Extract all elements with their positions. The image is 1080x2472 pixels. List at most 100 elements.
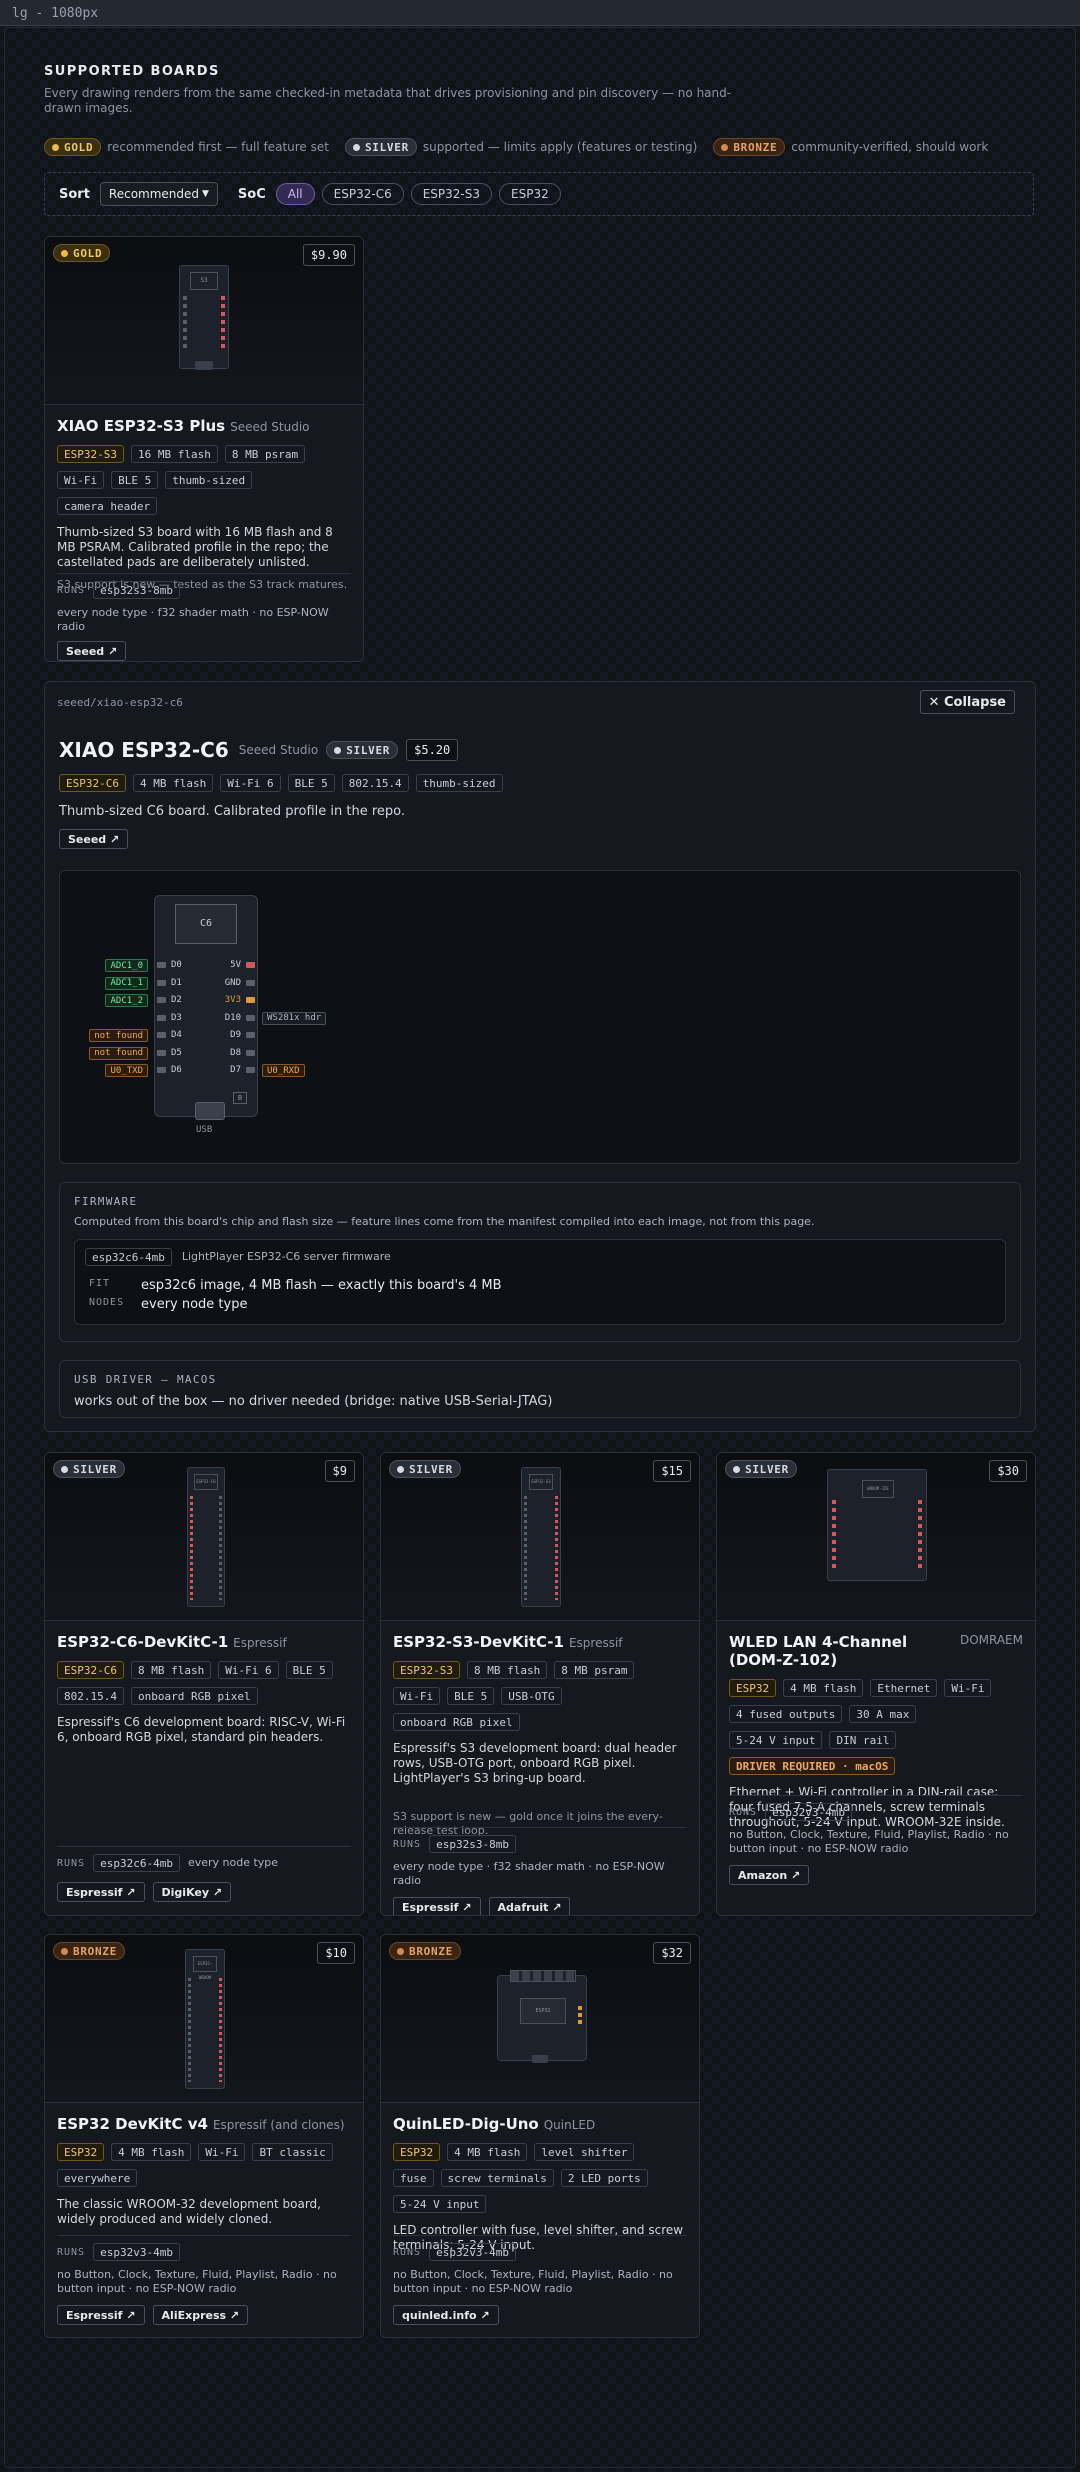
- vendor-link[interactable]: DigiKey ↗: [152, 1882, 232, 1902]
- tag: Wi-Fi: [944, 1679, 992, 1697]
- filter-toolbar: Sort Recommended ▼ SoC All ESP32-C6 ESP32…: [44, 172, 1034, 216]
- board-card-esp32-devkitc-v4[interactable]: BRONZE $10 ESP32-WROOM ESP32 DevKitC v4 E…: [44, 1934, 364, 2338]
- runs-label: RUNS: [393, 2246, 422, 2258]
- filter-esp32[interactable]: ESP32: [499, 183, 561, 205]
- card-footer: RUNS esp32v3-4mb no Button, Clock, Texture…: [729, 1803, 1023, 1885]
- tag: ESP32-S3: [393, 1661, 460, 1679]
- link-row: Seeed ↗: [57, 641, 351, 661]
- tag: screw terminals: [440, 2169, 554, 2187]
- pin-name: D9: [230, 1030, 241, 1040]
- board-description: Espressif's C6 development board: RISC-V…: [57, 1715, 346, 1744]
- gold-badge: GOLD: [44, 138, 102, 156]
- board-card-quinled-dig-uno[interactable]: BRONZE $32 ESP32 QuinLED-Dig-Uno QuinLED …: [380, 1934, 700, 2338]
- board-card-wled-lan-4-channel[interactable]: SILVER $30 WROOM-32E WLED LAN 4-Channel …: [716, 1452, 1036, 1916]
- pin-name: D3: [171, 1012, 182, 1023]
- pin-name: 3V3: [224, 995, 241, 1005]
- tier-name: BRONZE: [733, 140, 778, 154]
- runs-note: every node type · f32 shader math · no E…: [393, 1860, 665, 1887]
- pin-header: [221, 296, 225, 352]
- board-title: ESP32-C6-DevKitC-1 Espressif: [57, 1633, 351, 1651]
- gold-badge: GOLD: [53, 244, 111, 262]
- firmware-image-tag: esp32c6-4mb: [85, 1248, 172, 1266]
- pin-name: D0: [171, 960, 182, 970]
- fit-label: FIT: [89, 1278, 111, 1289]
- link-row: Espressif ↗ AliExpress ↗: [57, 2305, 351, 2325]
- pin-function-label: not found: [89, 1046, 148, 1060]
- tag: fuse: [393, 2169, 434, 2187]
- tier-name: GOLD: [73, 246, 103, 260]
- usb-port: [195, 361, 213, 370]
- pin-pad: [246, 962, 255, 968]
- pin-header: [578, 2006, 582, 2026]
- pin-name: D8: [230, 1047, 241, 1058]
- tier-name: SILVER: [346, 743, 391, 757]
- vendor-link[interactable]: quinled.info ↗: [393, 2305, 499, 2325]
- dot-icon: [397, 1947, 404, 1955]
- card-body: ESP32-C6-DevKitC-1 Espressif ESP32-C6 8 MB…: [57, 1633, 351, 1745]
- runs-note: no Button, Clock, Texture, Fluid, Playli…: [393, 2268, 673, 2295]
- runs-row: RUNS esp32s3-8mb: [57, 581, 351, 599]
- card-body: WLED LAN 4-Channel (DOM-Z-102) DOMRAEM ES…: [729, 1633, 1023, 1830]
- board-description: Espressif's S3 development board: dual h…: [393, 1741, 677, 1785]
- board-image: GOLD $9.90 S3: [45, 237, 363, 405]
- tag: onboard RGB pixel: [393, 1713, 520, 1731]
- tag: thumb-sized: [415, 774, 503, 792]
- board-title: QuinLED-Dig-Uno QuinLED: [393, 2115, 687, 2133]
- tag: Wi-Fi 6: [220, 774, 281, 792]
- runs-row: RUNS esp32c6-4mb every node type: [57, 1854, 351, 1872]
- dot-icon: [334, 746, 342, 754]
- vendor-link[interactable]: Espressif ↗: [57, 1882, 145, 1902]
- card-body: ESP32 DevKitC v4 Espressif (and clones) E…: [57, 2115, 351, 2227]
- board-card-xiao-esp32-s3[interactable]: GOLD $9.90 S3 XIAO ESP32-S3 Plus Seeed St…: [44, 236, 364, 662]
- tag-list: ESP32-C6 8 MB flash Wi-Fi 6 BLE 5 802.15.4 on…: [57, 1661, 351, 1713]
- divider: [57, 2235, 351, 2236]
- detail-title: XIAO ESP32-C6: [59, 738, 229, 762]
- vendor-link[interactable]: Amazon ↗: [729, 1865, 810, 1885]
- vendor-link[interactable]: Espressif ↗: [393, 1897, 481, 1915]
- vendor: Seeed Studio: [238, 743, 319, 757]
- filter-esp32-c6[interactable]: ESP32-C6: [321, 183, 404, 205]
- filter-esp32-s3[interactable]: ESP32-S3: [410, 183, 493, 205]
- pin-pad: [246, 1067, 255, 1073]
- title-text: ESP32-C6-DevKitC-1: [57, 1633, 229, 1651]
- filter-all[interactable]: All: [275, 183, 315, 205]
- runs-note: no Button, Clock, Texture, Fluid, Playli…: [729, 1828, 1009, 1855]
- driver-status: works out of the box — no driver needed …: [74, 1394, 553, 1409]
- board-card-esp32-s3-devkitc-1[interactable]: SILVER $15 ESP32-S3 ESP32-S3-DevKitC-1 Es…: [380, 1452, 700, 1916]
- vendor-link[interactable]: Espressif ↗: [57, 2305, 145, 2325]
- pin-name: 5V: [230, 960, 241, 970]
- tag: 802.15.4: [57, 1687, 124, 1705]
- tag-list: ESP32-S3 16 MB flash 8 MB psram Wi-Fi BLE 5 t…: [57, 445, 351, 523]
- tag: Wi-Fi: [57, 471, 105, 489]
- pin-header: [832, 1500, 836, 1570]
- vendor-link[interactable]: Seeed ↗: [59, 829, 129, 849]
- pin-header: [183, 296, 187, 352]
- driver-warning-tag: DRIVER REQUIRED · macOS: [729, 1757, 896, 1775]
- link-row: Amazon ↗: [729, 1865, 1023, 1885]
- vendor-link[interactable]: Adafruit ↗: [488, 1897, 571, 1915]
- board-image: SILVER $15 ESP32-S3: [381, 1453, 699, 1621]
- pin-name: D2: [171, 995, 182, 1005]
- vendor-link[interactable]: Seeed ↗: [57, 641, 127, 661]
- tag: 30 A max: [849, 1705, 917, 1723]
- nodes-label: NODES: [89, 1297, 125, 1308]
- pin-pad: [157, 962, 166, 968]
- fit-value: esp32c6 image, 4 MB flash — exactly this…: [141, 1278, 502, 1293]
- usb-driver-section: USB DRIVER — MACOS works out of the box …: [59, 1360, 1021, 1418]
- vendor: Espressif: [233, 1636, 287, 1650]
- runs-row: RUNS esp32v3-4mb: [393, 2243, 687, 2261]
- sort-select[interactable]: Recommended ▼: [99, 182, 218, 206]
- sort-label: Sort: [59, 186, 90, 202]
- tag: BLE 5: [111, 471, 159, 489]
- tag: 2 LED ports: [560, 2169, 648, 2187]
- vendor-link[interactable]: AliExpress ↗: [152, 2305, 249, 2325]
- pin-pad: [157, 1049, 166, 1056]
- runs-label: RUNS: [57, 2246, 86, 2258]
- tag: 8 MB flash: [130, 1661, 212, 1679]
- vendor: QuinLED: [543, 2118, 596, 2132]
- pin-function-label: ADC1_1: [105, 976, 148, 990]
- collapse-button[interactable]: ✕ Collapse: [919, 690, 1015, 714]
- board-card-esp32-c6-devkitc-1[interactable]: SILVER $9 ESP32-C6 ESP32-C6-DevKitC-1 Esp…: [44, 1452, 364, 1916]
- card-footer: RUNS esp32s3-8mb every node type · f32 sh…: [393, 1835, 687, 1915]
- tier-name: SILVER: [409, 1462, 453, 1476]
